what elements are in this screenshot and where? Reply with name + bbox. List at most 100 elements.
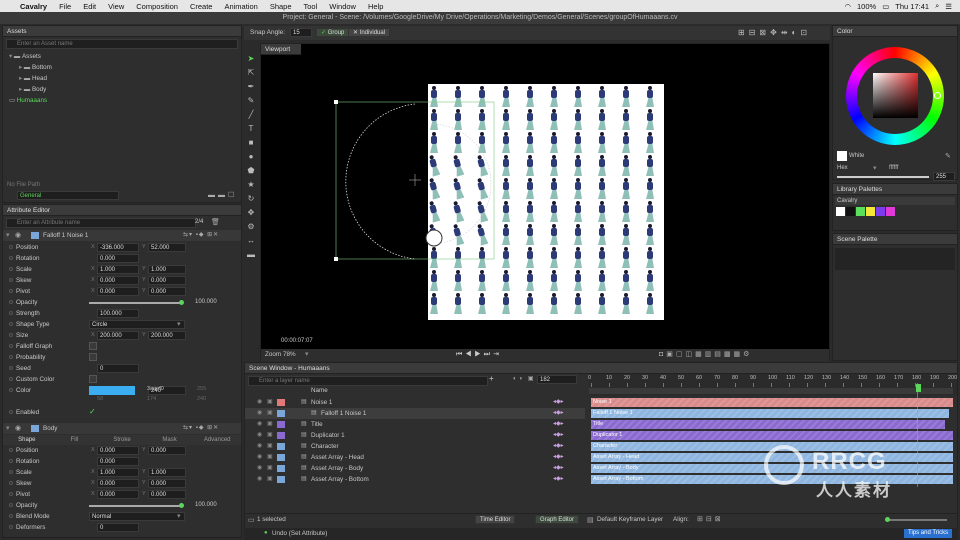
hue-handle[interactable] xyxy=(934,92,941,99)
keyframe-layer-select[interactable]: Default Keyframe Layer xyxy=(597,516,663,523)
attr-slider[interactable] xyxy=(89,302,181,304)
palette-swatch[interactable] xyxy=(876,207,885,216)
list-icon[interactable]: ☰ xyxy=(945,2,952,11)
chevron-down-icon[interactable]: ▾ xyxy=(873,164,877,172)
menu-animation[interactable]: Animation xyxy=(218,2,263,11)
layer-search-input[interactable]: Enter a layer name xyxy=(248,376,488,386)
attr-value-b[interactable]: 0.000 xyxy=(148,287,186,296)
keyframe-dot[interactable] xyxy=(9,300,13,304)
attr-slider-value[interactable]: 100.000 xyxy=(195,502,217,508)
search-icon[interactable]: ⌕ xyxy=(935,1,939,11)
keyframe-nav[interactable]: ◂◆▸ xyxy=(553,442,564,449)
alpha-input[interactable]: 255 xyxy=(933,172,955,181)
layer-header-actions[interactable]: ⇆▾ ▪◆ ⊞✕ xyxy=(183,231,219,238)
layer-header-falloff[interactable]: ▾ ◉ Falloff 1 Noise 1 ⇆▾ ▪◆ ⊞✕ xyxy=(3,230,241,241)
alpha-value[interactable]: 255 xyxy=(197,386,206,392)
attr-value-b[interactable]: 0.000 xyxy=(148,490,186,499)
solo-icon[interactable]: ▣ xyxy=(267,398,273,405)
playback-controls[interactable]: ⏮◀▶⏭⇥ xyxy=(456,350,502,359)
snap-angle-input[interactable]: 15 xyxy=(290,28,312,37)
attr-value-a[interactable]: 0.000 xyxy=(97,457,139,466)
attr-value-b[interactable]: 200.000 xyxy=(148,331,186,340)
alpha-slider[interactable] xyxy=(837,176,929,178)
keyframe-nav[interactable]: ◂◆▸ xyxy=(553,475,564,482)
attr-select[interactable]: Circle xyxy=(89,320,185,329)
width-tool-icon[interactable]: ↔ xyxy=(245,234,257,246)
group-toggle[interactable]: ✓ Group xyxy=(316,28,350,37)
b-value[interactable]: 240 xyxy=(197,396,206,402)
keyframe-dot[interactable] xyxy=(9,503,13,507)
pencil-tool-icon[interactable]: ✎ xyxy=(245,94,257,106)
keyframe-dot[interactable] xyxy=(9,481,13,485)
solo-icon[interactable]: ▣ xyxy=(267,475,273,482)
attr-value-a[interactable]: 0 xyxy=(97,364,139,373)
menu-tool[interactable]: Tool xyxy=(298,2,324,11)
menu-view[interactable]: View xyxy=(102,2,130,11)
layer-row[interactable]: ◉ ▣ ▤ Noise 1 ◂◆▸ xyxy=(245,397,585,408)
line-tool-icon[interactable]: ╱ xyxy=(245,108,257,120)
track-bar[interactable]: Noise 1 xyxy=(591,398,953,407)
move-tool-icon[interactable]: ✥ xyxy=(245,206,257,218)
eyedropper-icon[interactable]: ✎ xyxy=(945,152,951,160)
attr-value-a[interactable]: 1.000 xyxy=(97,265,139,274)
keyframe-dot[interactable] xyxy=(9,322,13,326)
wifi-icon[interactable]: ◠ xyxy=(844,2,851,11)
text-tool-icon[interactable]: T xyxy=(245,122,257,134)
battery-icon[interactable]: ▭ xyxy=(882,2,889,11)
attr-value-a[interactable]: 0.000 xyxy=(97,490,139,499)
solo-icon[interactable]: ▣ xyxy=(267,431,273,438)
tab-mask[interactable]: Mask xyxy=(146,435,194,445)
tree-item-body[interactable]: ▸ ▬ Body xyxy=(9,84,241,95)
keyframe-dot[interactable] xyxy=(9,311,13,315)
attr-value-a[interactable]: 100.000 xyxy=(97,309,139,318)
palette-swatch[interactable] xyxy=(886,207,895,216)
eye-icon[interactable]: ◉ xyxy=(257,409,262,416)
palette-select[interactable]: Cavalry xyxy=(835,197,955,205)
polygon-tool-icon[interactable]: ⬟ xyxy=(245,164,257,176)
r-value[interactable]: 58 xyxy=(97,396,103,402)
layer-name[interactable]: Character xyxy=(311,443,339,450)
attr-checkbox[interactable] xyxy=(89,342,97,350)
layer-name[interactable]: Asset Array - Head xyxy=(311,454,364,461)
keyframe-dot[interactable] xyxy=(9,278,13,282)
select-tool-icon[interactable]: ➤ xyxy=(245,52,257,64)
eye-icon[interactable]: ◉ xyxy=(257,398,262,405)
rectangle-tool-icon[interactable]: ■ xyxy=(245,136,257,148)
attr-value-b[interactable]: 0.000 xyxy=(148,276,186,285)
solo-icon[interactable]: ▣ xyxy=(267,409,273,416)
keyframe-dot[interactable] xyxy=(9,525,13,529)
keyframe-dot[interactable] xyxy=(9,388,13,392)
tree-item-head[interactable]: ▸ ▬ Head xyxy=(9,73,241,84)
attribute-search-input[interactable]: Enter an Attribute name xyxy=(6,218,196,228)
layer-header-body[interactable]: ▾ ◉ Body ⇆▾ ▪◆ ⊞✕ xyxy=(3,423,241,434)
attr-value-b[interactable]: 1.000 xyxy=(148,265,186,274)
attr-value-b[interactable]: 0.000 xyxy=(148,446,186,455)
keyframe-nav[interactable]: ◂◆▸ xyxy=(553,431,564,438)
viewport-options[interactable]: ◘▣▢◫▦▥▤▩▦⚙ xyxy=(659,350,752,358)
attr-value-a[interactable]: 0.000 xyxy=(97,276,139,285)
keyframe-nav[interactable]: ◂◆▸ xyxy=(553,420,564,427)
menu-create[interactable]: Create xyxy=(184,2,219,11)
menu-window[interactable]: Window xyxy=(323,2,362,11)
slider-handle[interactable] xyxy=(179,503,184,508)
zoom-slider-handle[interactable] xyxy=(885,517,890,522)
keyframe-nav[interactable]: ◂◆▸ xyxy=(553,398,564,405)
range-bar[interactable] xyxy=(589,388,953,394)
frame-input[interactable]: 182 xyxy=(537,375,577,384)
keyframe-nav[interactable]: ◂◆▸ xyxy=(553,464,564,471)
layer-row[interactable]: ◉ ▣ ▤ Asset Array - Bottom ◂◆▸ xyxy=(245,474,585,485)
attr-value-a[interactable]: 0.000 xyxy=(97,287,139,296)
collapse-icon[interactable]: ▾ xyxy=(6,424,10,432)
menu-file[interactable]: File xyxy=(53,2,77,11)
keyframe-dot[interactable] xyxy=(9,514,13,518)
eye-icon[interactable]: ◉ xyxy=(257,475,262,482)
attr-value-a[interactable]: -336.000 xyxy=(97,243,139,252)
keyframe-dot[interactable] xyxy=(9,245,13,249)
g-value[interactable]: 174 xyxy=(147,396,156,402)
rotate-tool-icon[interactable]: ↻ xyxy=(245,192,257,204)
keyframe-dot[interactable] xyxy=(9,289,13,293)
chevron-down-icon[interactable]: ▾ xyxy=(305,350,309,358)
eye-icon[interactable]: ◉ xyxy=(257,464,262,471)
attr-value-a[interactable]: 0 xyxy=(97,523,139,532)
minus-tool-icon[interactable]: ▬ xyxy=(245,248,257,260)
